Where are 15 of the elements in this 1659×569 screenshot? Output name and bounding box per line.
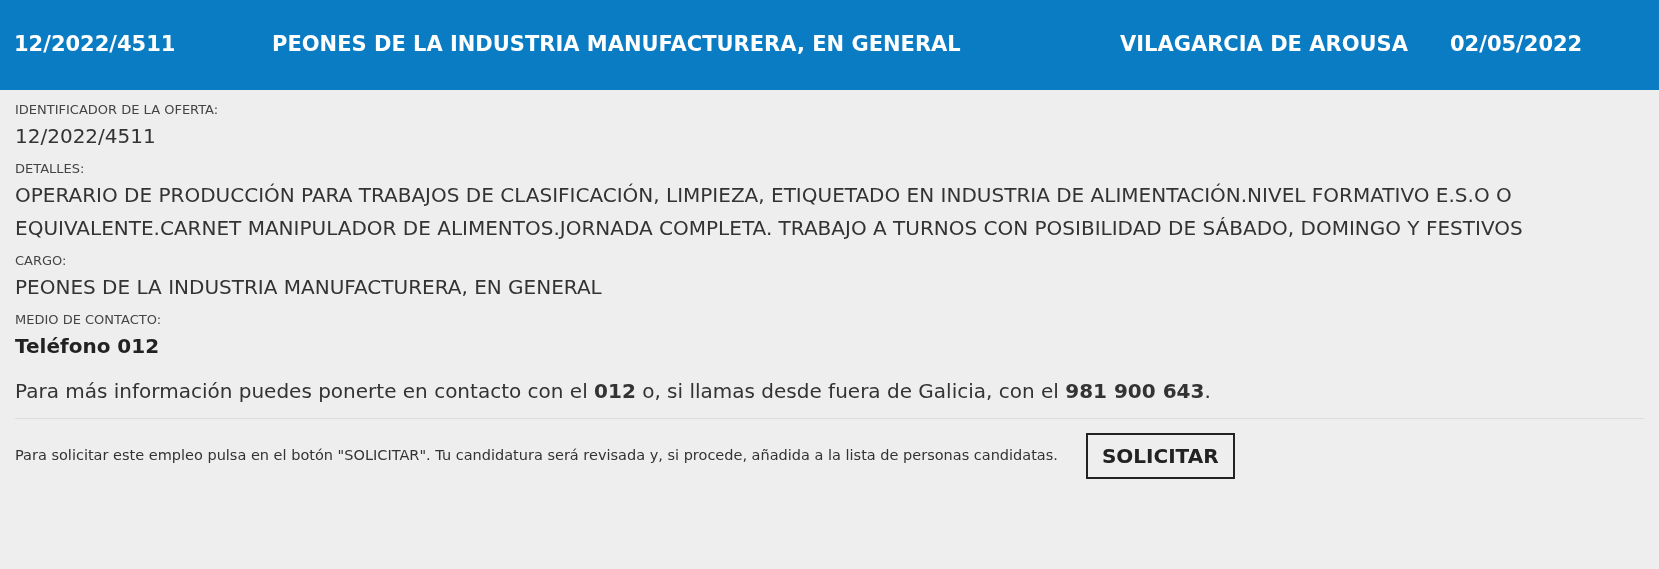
field-label: MEDIO DE CONTACTO: [15, 311, 163, 329]
field-value: OPERARIO DE PRODUCCIÓN PARA TRABAJOS DE CLASIFICACIÓN, LIMPIEZA, ETIQUETADO EN INDUSTRIA DE ALIMENTACIÓN.NIVEL FORMATIVO E.S.O O EQUIVALENTE.CARNET MANIPULADOR DE ALIMENTOS.JORNADA COMPLETA. TRABAJO A TURNOS CON POSIBILIDAD DE SÁBADO, DOMINGO Y FESTIVOS [15, 182, 1524, 242]
info-text: Para más información puedes ponerte en contacto con el 012 o, si llamas desde fuera de Galicia, con el 981 900 643. [15, 378, 1212, 405]
field-label: DETALLES: [15, 160, 86, 178]
footer-text: Para solicitar este empleo pulsa en el botón "SOLICITAR". Tu candidatura será revisada y, si procede, añadida a la lista de personas candidatas. [15, 446, 1058, 466]
field-value: Teléfono 012 [15, 333, 161, 360]
field-label: CARGO: [15, 252, 68, 270]
offer-city: VILAGARCIA DE AROUSA [1120, 31, 1409, 59]
offer-title: PEONES DE LA INDUSTRIA MANUFACTURERA, EN GENERAL [272, 31, 962, 59]
apply-button[interactable]: SOLICITAR [1085, 433, 1235, 479]
field-value: PEONES DE LA INDUSTRIA MANUFACTURERA, EN GENERAL [15, 274, 603, 301]
field-label: IDENTIFICADOR DE LA OFERTA: [15, 101, 220, 119]
field-value: 12/2022/4511 [15, 123, 157, 150]
offer-date: 02/05/2022 [1450, 31, 1583, 59]
offer-id: 12/2022/4511 [14, 31, 177, 59]
